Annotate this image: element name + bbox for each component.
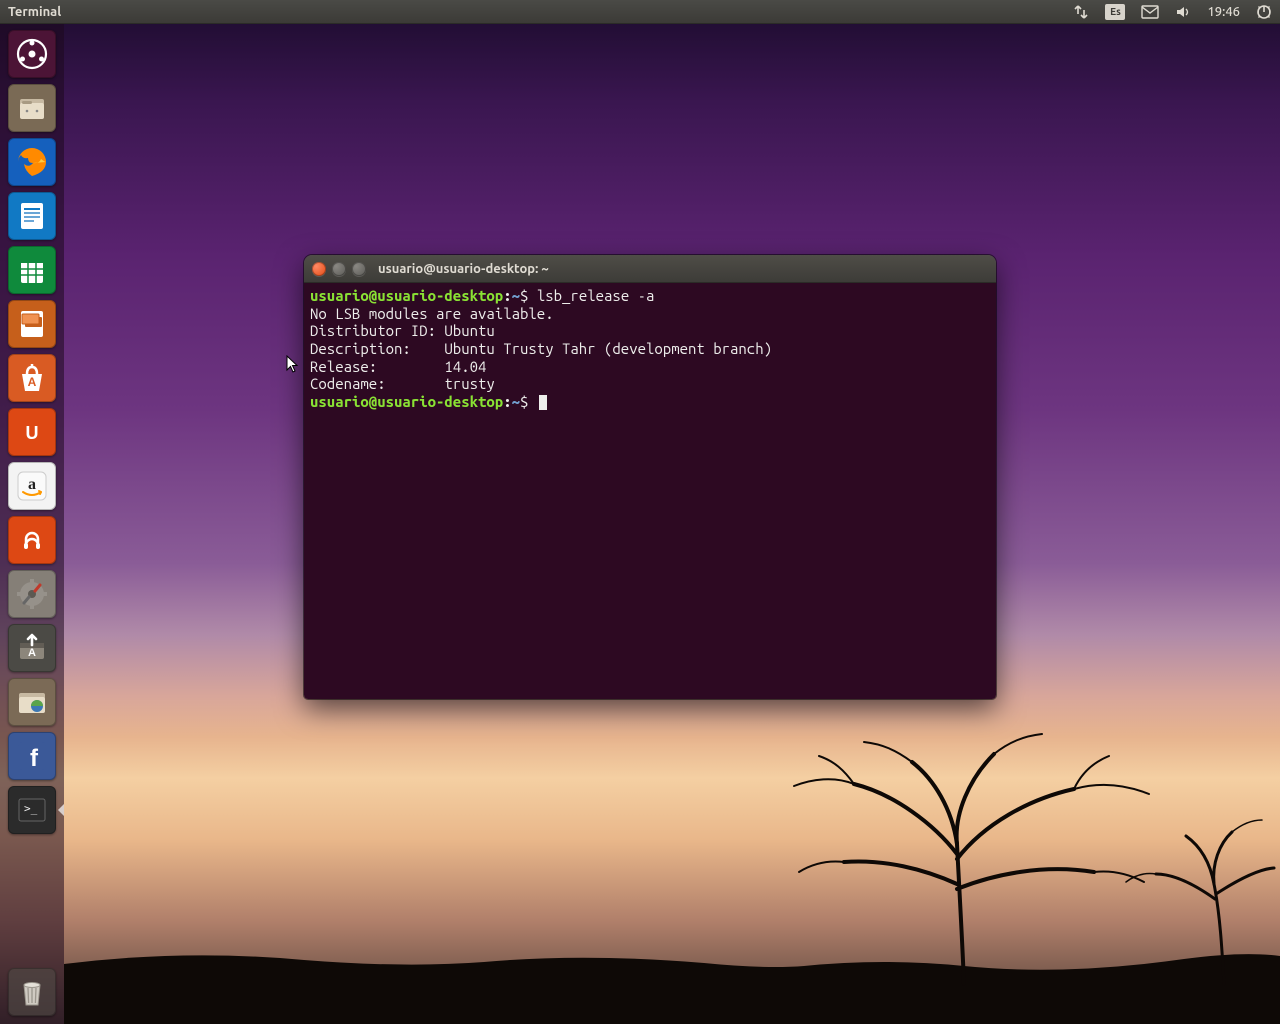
svg-text:f: f [30,745,39,772]
terminal-output-line: Description: Ubuntu Trusty Tahr (develop… [310,340,772,357]
top-panel: Terminal Es 19:46 [0,0,1280,24]
launcher-item-software-updater[interactable]: A [8,624,56,672]
terminal-title: usuario@usuario-desktop: ~ [378,262,549,276]
launcher-item-libreoffice-calc[interactable] [8,246,56,294]
launcher: A Ua Af >_ [0,24,64,1024]
launcher-item-system-settings[interactable] [8,570,56,618]
launcher-item-software-center[interactable]: A [8,354,56,402]
svg-text:>_: >_ [24,802,38,815]
launcher-item-facebook[interactable]: f [8,732,56,780]
launcher-item-libreoffice-writer[interactable] [8,192,56,240]
terminal-body[interactable]: usuario@usuario-desktop:~$ lsb_release -… [304,283,996,699]
keyboard-layout-indicator[interactable]: Es [1097,0,1133,23]
session-indicator-icon[interactable] [1248,0,1280,23]
terminal-window[interactable]: usuario@usuario-desktop: ~ usuario@usuar… [304,255,996,699]
window-close-button[interactable] [312,262,326,276]
launcher-item-firefox[interactable] [8,138,56,186]
mouse-cursor-icon [286,355,300,375]
launcher-item-terminal[interactable]: >_ [8,786,56,834]
messages-indicator-icon[interactable] [1133,0,1167,23]
terminal-command: lsb_release -a [537,287,655,304]
launcher-item-libreoffice-impress[interactable] [8,300,56,348]
svg-text:A: A [28,647,36,659]
launcher-item-files[interactable] [8,84,56,132]
active-app-title: Terminal [0,5,61,19]
terminal-output-line: No LSB modules are available. [310,305,554,322]
launcher-item-dash-home[interactable] [8,30,56,78]
sound-indicator-icon[interactable] [1167,0,1199,23]
network-indicator-icon[interactable] [1065,0,1097,23]
terminal-output-line: Distributor ID: Ubuntu [310,322,495,339]
wallpaper-silhouette [64,684,1280,1024]
terminal-output-line: Codename: trusty [310,375,495,392]
launcher-item-remote-desktop[interactable] [8,678,56,726]
terminal-cursor [539,395,547,410]
launcher-item-amazon[interactable]: a [8,462,56,510]
window-minimize-button[interactable] [332,262,346,276]
launcher-item-ubuntu-one[interactable]: U [8,408,56,456]
terminal-titlebar[interactable]: usuario@usuario-desktop: ~ [304,255,996,283]
clock[interactable]: 19:46 [1199,0,1248,23]
launcher-item-trash[interactable] [8,968,56,1016]
terminal-output-line: Release: 14.04 [310,358,486,375]
svg-text:a: a [28,476,36,493]
launcher-item-ubuntu-music[interactable] [8,516,56,564]
svg-text:A: A [28,375,37,389]
window-maximize-button[interactable] [352,262,366,276]
svg-text:U: U [26,423,39,443]
